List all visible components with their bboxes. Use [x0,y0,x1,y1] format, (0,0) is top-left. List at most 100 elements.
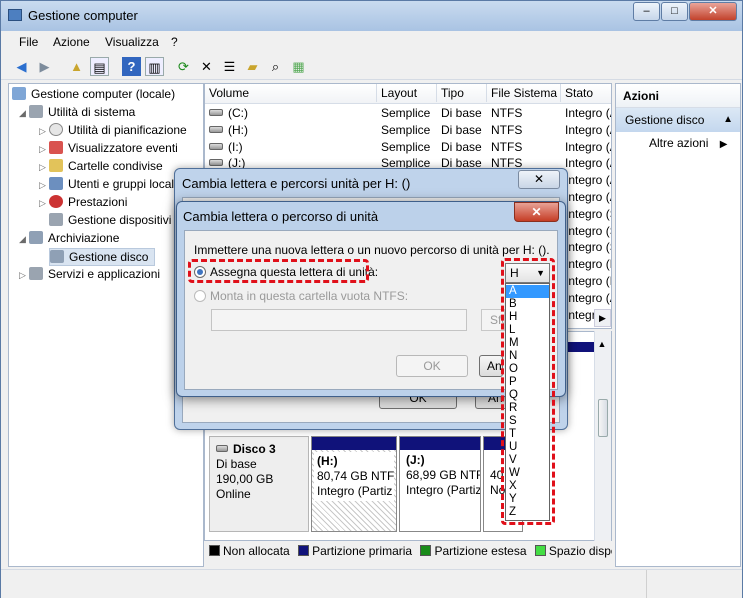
help-icon[interactable]: ? [122,57,141,76]
close-button[interactable]: ✕ [689,2,737,21]
actions-title: Azioni [616,84,740,108]
panel-icon[interactable]: ▥ [145,57,164,76]
drive-letter-option[interactable]: Q [506,389,549,402]
drive-letter-option[interactable]: R [506,402,549,415]
menu-visualizza[interactable]: Visualizza [105,35,159,49]
ok-button[interactable]: OK [396,355,468,377]
drive-letter-option[interactable]: L [506,324,549,337]
menu-bar: File Azione Visualizza ? [1,32,742,52]
tree-item-performance[interactable]: ▷ Prestazioni [39,194,127,212]
open-folder-icon[interactable]: ▰ [243,57,262,76]
disk3-info[interactable]: Disco 3 Di base 190,00 GB Online [209,436,309,532]
tree-item-event-viewer[interactable]: ▷ Visualizzatore eventi [39,140,178,158]
clock-icon [49,123,63,136]
expand-arrow-icon[interactable]: ▷ [39,177,49,193]
drive-letter-option[interactable]: Z [506,506,549,519]
drive-letter-option[interactable]: P [506,376,549,389]
drive-letter-option[interactable]: M [506,337,549,350]
legend-swatch-unallocated [209,545,220,556]
volume-cell: (C:) [228,106,248,120]
column-stato[interactable]: Stato [561,84,611,102]
performance-icon [49,195,63,208]
tree-item-system-tools[interactable]: ◢ Utilità di sistema [19,104,135,122]
up-folder-icon[interactable]: ▲ [67,57,86,76]
drive-letter-option[interactable]: X [506,480,549,493]
drive-letter-list: ABHLMNOPQRSTUVWXYZ [505,283,550,521]
partition-size: 80,74 GB NTFS [317,469,394,483]
scrollbar-thumb[interactable] [598,399,608,437]
drive-letter-option[interactable]: Y [506,493,549,506]
expand-arrow-icon[interactable]: ▷ [39,141,49,157]
tree-item-storage[interactable]: ◢ Archiviazione [19,230,119,248]
volume-cell: (H:) [228,122,248,137]
drive-letter-option[interactable]: O [506,363,549,376]
mount-folder-radio[interactable]: Monta in questa cartella vuota NTFS: [194,289,408,303]
expand-arrow-icon[interactable]: ▷ [19,267,29,283]
tree-item-computer-management[interactable]: Gestione computer (locale) [12,86,175,104]
maximize-button[interactable]: □ [661,2,688,21]
column-volume[interactable]: Volume [205,84,377,102]
dialog-title: Cambia lettera o percorso di unità [183,209,379,224]
cancel-button[interactable]: Annulla [479,355,503,377]
scroll-up-arrow-icon[interactable]: ▲ [595,337,609,351]
disk-legend: Non allocata Partizione primaria Partizi… [204,544,612,566]
wizard-icon[interactable]: ▦ [289,57,308,76]
drive-letter-option[interactable]: V [506,454,549,467]
partition-status: Integro (Partiz [317,484,393,498]
menu-file[interactable]: File [19,35,38,49]
partition-j[interactable]: (J:) 68,99 GB NTFS Integro (Partiz [399,436,481,532]
drive-letter-option[interactable]: T [506,428,549,441]
radio-selected-icon[interactable] [194,266,206,278]
volume-row[interactable]: (C:) Semplice Di base NTFS Integro (A [205,105,611,122]
delete-icon[interactable]: ✕ [197,57,216,76]
legend-unallocated: Non allocata [223,544,290,558]
tree-item-services-applications[interactable]: ▷ Servizi e applicazioni [19,266,160,284]
back-icon[interactable]: ◀ [12,57,31,76]
dialog-close-button[interactable]: ✕ [518,170,560,189]
title-bar: Gestione computer – □ ✕ [1,1,742,31]
drive-letter-select[interactable]: H ▼ [505,263,550,283]
search-icon[interactable]: ⌕ [266,57,285,76]
expand-arrow-icon[interactable]: ▷ [39,195,49,211]
drive-letter-option[interactable]: A [506,285,549,298]
browse-button[interactable]: Sfoglia... [481,309,505,331]
drive-letter-option[interactable]: U [506,441,549,454]
tree-item-local-users[interactable]: ▷ Utenti e gruppi locali [39,176,177,194]
drive-letter-option[interactable]: H [506,311,549,324]
forward-icon[interactable]: ▶ [35,57,54,76]
vertical-scrollbar[interactable] [594,331,611,541]
volume-row[interactable]: (H:) Semplice Di base NTFS Integro (A [205,122,611,139]
collapse-arrow-icon[interactable]: ◢ [19,231,29,247]
column-tipo[interactable]: Tipo [437,84,487,102]
properties-icon[interactable]: ☰ [220,57,239,76]
collapse-up-icon[interactable]: ▲ [723,114,733,125]
scroll-right-arrow-icon[interactable]: ▶ [594,309,611,327]
expand-arrow-icon[interactable]: ▷ [39,123,49,139]
refresh-icon[interactable]: ⟳ [174,57,193,76]
dialog-close-button[interactable]: ✕ [514,202,559,222]
more-actions-link[interactable]: Altre azioni ▶ [649,136,727,150]
drive-letter-option[interactable]: S [506,415,549,428]
console-tree-icon[interactable]: ▤ [90,57,109,76]
drive-letter-option[interactable]: B [506,298,549,311]
tree-item-disk-management[interactable]: Gestione disco [49,248,156,266]
collapse-arrow-icon[interactable]: ◢ [19,105,29,121]
mount-path-input[interactable] [211,309,467,331]
column-file-system[interactable]: File Sistema [487,84,561,102]
partition-h[interactable]: (H:) 80,74 GB NTFS Integro (Partiz [311,436,397,532]
drive-letter-option[interactable]: N [506,350,549,363]
menu-help[interactable]: ? [171,35,178,49]
expand-arrow-icon[interactable]: ▷ [39,159,49,175]
drive-letter-option[interactable]: W [506,467,549,480]
minimize-button[interactable]: – [633,2,660,21]
assign-letter-radio[interactable]: Assegna questa lettera di unità: [194,265,378,279]
volume-cell: Integro (S [565,223,611,238]
volume-row[interactable]: (I:) Semplice Di base NTFS Integro (A [205,139,611,156]
tree-item-task-scheduler[interactable]: ▷ Utilità di pianificazione [39,122,187,140]
radio-unselected-icon[interactable] [194,290,206,302]
column-layout[interactable]: Layout [377,84,437,102]
menu-azione[interactable]: Azione [53,35,90,49]
tree-item-device-manager[interactable]: Gestione dispositivi [49,212,171,230]
tree-item-shared-folders[interactable]: ▷ Cartelle condivise [39,158,163,176]
actions-section-disk-management[interactable]: Gestione disco ▲ [616,108,740,132]
